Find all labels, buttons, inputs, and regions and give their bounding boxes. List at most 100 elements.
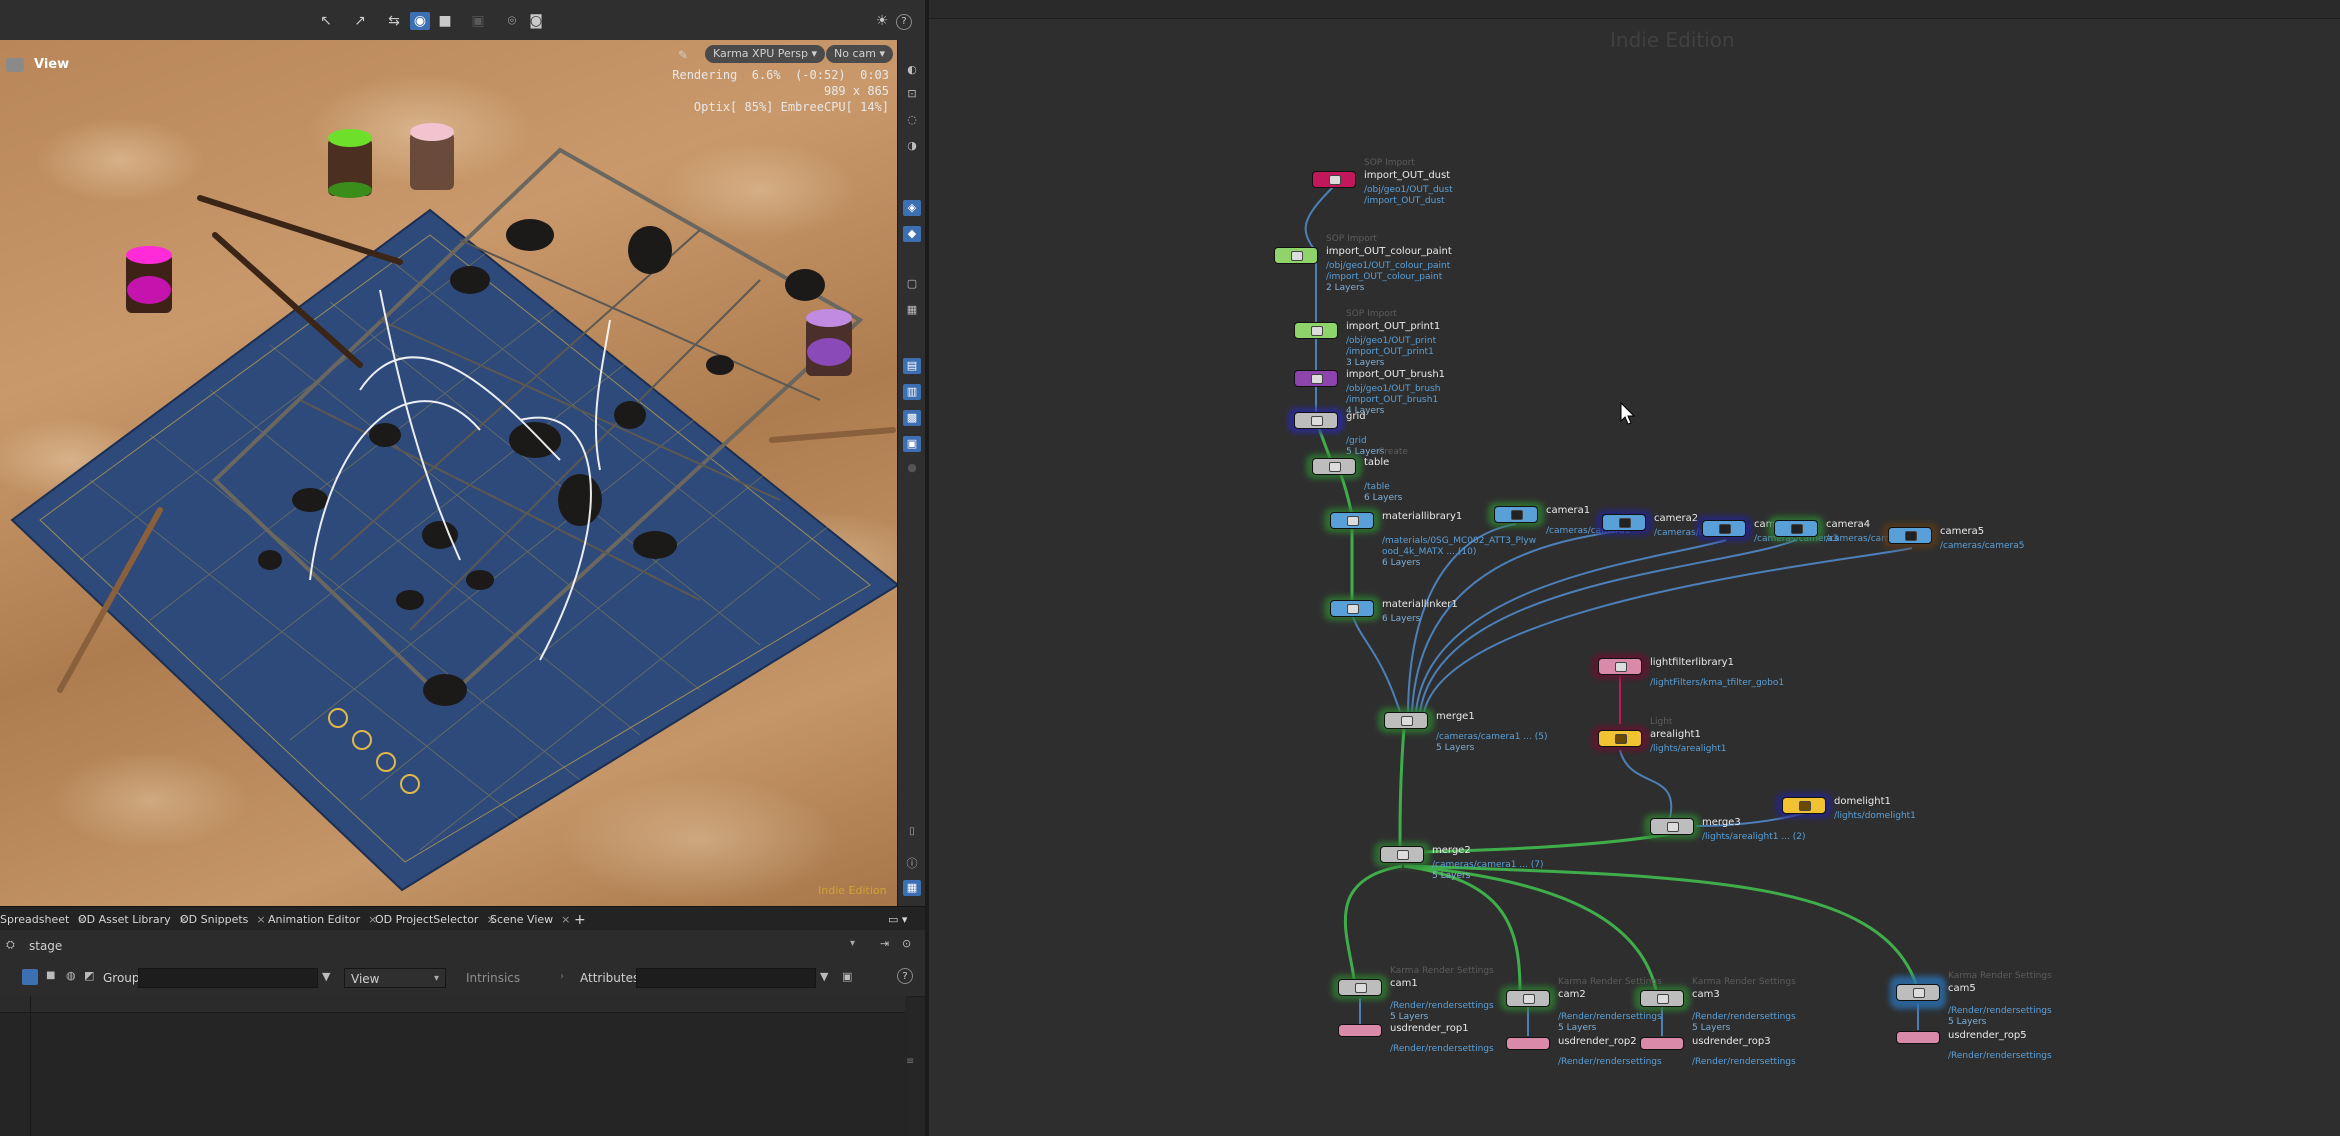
karma-settings-icon	[1657, 994, 1669, 1004]
node-body[interactable]	[1274, 247, 1318, 264]
node-body[interactable]	[1896, 984, 1940, 1001]
pane-menu-icon[interactable]: ▭ ▾	[888, 911, 907, 929]
node-body[interactable]	[1294, 322, 1338, 339]
node-body[interactable]	[1294, 370, 1338, 387]
node-body[interactable]	[1888, 527, 1932, 544]
lock-icon[interactable]: ⊡	[903, 86, 921, 102]
node-body[interactable]	[1380, 846, 1424, 863]
tab-od-asset-library[interactable]: OD Asset Library ×	[78, 911, 188, 929]
node-body[interactable]	[1650, 818, 1694, 835]
primitive-mode-icon[interactable]	[22, 969, 38, 985]
tab-animation-editor[interactable]: Animation Editor ×	[268, 911, 377, 929]
transform-tool-icon[interactable]: ⇆	[384, 12, 404, 30]
node-body[interactable]	[1330, 600, 1374, 617]
node-body[interactable]	[1702, 520, 1746, 537]
bounds-icon[interactable]: ▥	[903, 384, 921, 400]
snapshot-icon[interactable]: ▣	[468, 12, 488, 30]
shading-icon[interactable]: ◑	[903, 138, 921, 154]
group-input[interactable]	[138, 968, 318, 988]
node-body[interactable]	[1312, 171, 1356, 188]
pencil-icon[interactable]: ✎	[678, 48, 688, 62]
particles-icon[interactable]: ▩	[903, 410, 921, 426]
path-value: stage	[29, 939, 63, 953]
node-body[interactable]	[1384, 712, 1428, 729]
display-icon[interactable]: ▢	[903, 276, 921, 292]
path-input[interactable]: stage	[22, 935, 864, 955]
filter-mode-icon[interactable]: ◍	[66, 969, 76, 982]
snapshot-gallery-icon[interactable]: ◙	[526, 12, 546, 30]
node-body[interactable]	[1598, 730, 1642, 747]
camera-snap-icon[interactable]: ⌷	[903, 824, 921, 840]
node-body[interactable]	[1640, 1037, 1684, 1050]
node-body[interactable]	[1506, 1037, 1550, 1050]
node-body[interactable]	[1506, 990, 1550, 1007]
stop-render-icon[interactable]: ■	[435, 12, 455, 30]
render-mode-icon[interactable]: ◉	[410, 12, 430, 30]
node-body[interactable]	[1598, 658, 1642, 675]
intrinsics-arrow-icon[interactable]: ›	[560, 971, 564, 982]
select-tool-icon[interactable]: ↖	[316, 12, 336, 30]
close-icon[interactable]: ×	[561, 913, 570, 926]
node-body[interactable]	[1330, 512, 1374, 529]
node-info: /Render/rendersettings	[1948, 1051, 2052, 1062]
node-body[interactable]	[1896, 1031, 1940, 1044]
node-name: camera5	[1940, 526, 1985, 537]
guides-icon[interactable]: ▦	[903, 302, 921, 318]
node-body[interactable]	[1494, 506, 1538, 523]
move-tool-icon[interactable]: ↗	[350, 12, 370, 30]
render-device-usage: Optix[ 85%] EmbreeCPU[ 14%]	[693, 100, 889, 114]
renderer-menu[interactable]: Karma XPU Persp ▾	[705, 45, 826, 63]
material-icon	[1347, 516, 1359, 526]
path-dropdown-icon[interactable]: ▾	[850, 938, 855, 949]
tab-od-projectselector[interactable]: OD ProjectSelector ×	[375, 911, 496, 929]
attribute-options-icon[interactable]: ▣	[842, 970, 852, 983]
layers-mode-icon[interactable]: ◩	[84, 969, 94, 982]
light-icon[interactable]: ◈	[903, 200, 921, 216]
link-icon[interactable]: ⊙	[902, 937, 911, 950]
node-name: cam1	[1390, 978, 1418, 989]
node-type: Karma Render Settings	[1948, 971, 2052, 981]
scrollbar-handle[interactable]: ≡	[906, 1056, 914, 1067]
tab-label: Animation Editor	[268, 913, 361, 926]
node-layers: 5 Layers	[1948, 1017, 1987, 1027]
3d-viewport[interactable]: View ✎ Karma XPU Persp ▾ No cam ▾ Render…	[0, 40, 897, 906]
view-select-value: View	[351, 972, 380, 986]
camera-lock-icon[interactable]: ⌾	[502, 12, 522, 30]
eye-icon[interactable]: ◐	[903, 62, 921, 78]
ghost-icon[interactable]: ◌	[903, 112, 921, 128]
node-body[interactable]	[1338, 979, 1382, 996]
help-icon[interactable]: ?	[896, 14, 912, 30]
view-select[interactable]: View ▾	[344, 968, 446, 988]
tab-spreadsheet[interactable]: Spreadsheet ×	[0, 911, 87, 929]
tab-od-snippets[interactable]: OD Snippets ×	[180, 911, 266, 929]
node-body[interactable]	[1312, 458, 1356, 475]
node-info-line: /Render/rendersettings	[1390, 1001, 1494, 1011]
pin-icon[interactable]: ⇥	[880, 937, 889, 950]
node-body[interactable]	[1338, 1024, 1382, 1037]
node-body[interactable]	[1782, 797, 1826, 814]
geometry-icon[interactable]: ▣	[903, 436, 921, 452]
info-icon[interactable]: ⓘ	[903, 856, 921, 872]
tab-scene-view[interactable]: Scene View ×	[490, 911, 570, 929]
points-mode-icon[interactable]: ■	[46, 970, 55, 981]
network-editor[interactable]	[929, 0, 2340, 1136]
camera-menu[interactable]: No cam ▾	[826, 45, 893, 63]
headlight-icon[interactable]: ◆	[903, 226, 921, 242]
grid-view-icon[interactable]: ▦	[903, 880, 921, 896]
close-icon[interactable]: ×	[256, 913, 265, 926]
spreadsheet-table[interactable]: ≡	[0, 996, 914, 1136]
attribute-filter-icon[interactable]: ▼	[820, 970, 828, 983]
node-body[interactable]	[1294, 412, 1338, 429]
node-body[interactable]	[1640, 990, 1684, 1007]
node-body[interactable]	[1602, 514, 1646, 531]
bg-icon[interactable]: ▤	[903, 358, 921, 374]
group-filter-icon[interactable]: ▼	[322, 970, 330, 983]
attributes-input[interactable]	[636, 968, 816, 988]
add-tab-button[interactable]: +	[574, 911, 586, 929]
display-options-icon[interactable]: ☀	[872, 12, 892, 30]
node-body[interactable]	[1774, 520, 1818, 537]
intrinsics-toggle[interactable]: Intrinsics	[466, 971, 520, 985]
view-camera-icon[interactable]	[6, 58, 24, 72]
help-icon[interactable]: ?	[897, 968, 913, 984]
node-info-line: /cameras/camera5	[1940, 541, 2025, 551]
